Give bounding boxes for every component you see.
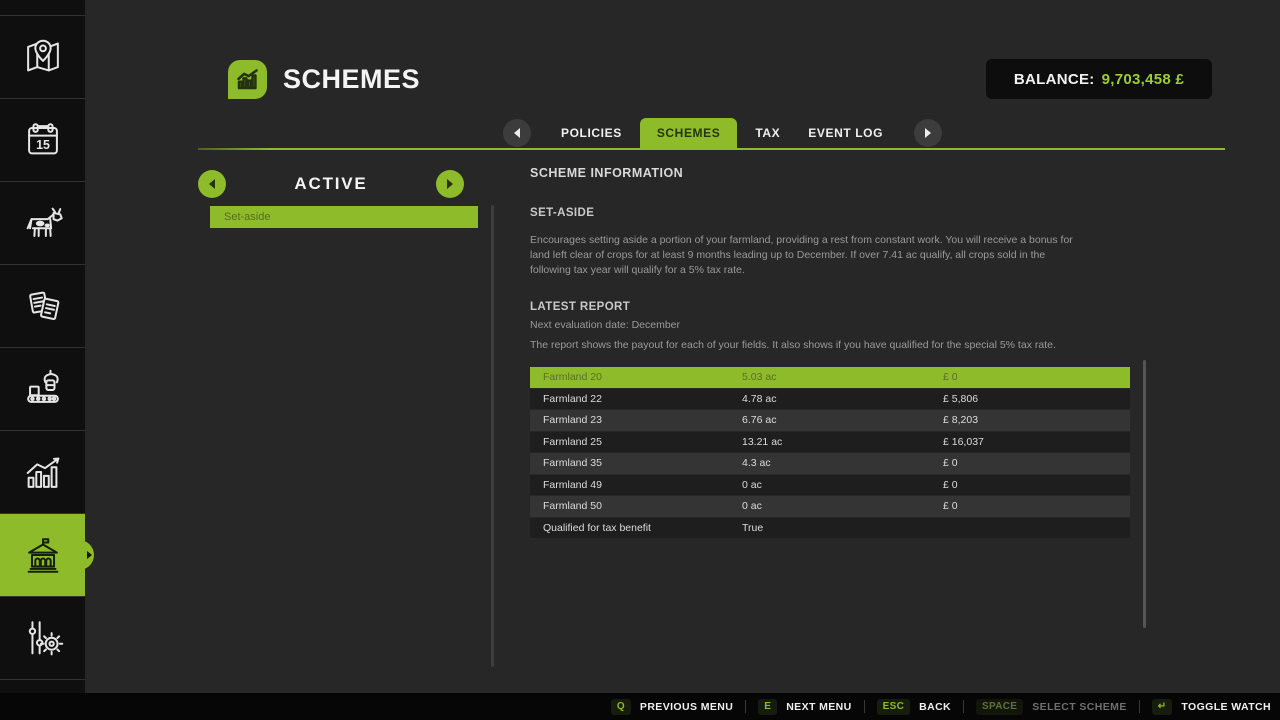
active-tab-arrow-icon (87, 551, 92, 559)
next-evaluation-date: Next evaluation date: December (530, 319, 680, 331)
farmland-area: 0 ac (742, 500, 943, 512)
farmland-name: Farmland 23 (543, 414, 742, 426)
table-row: Farmland 35 4.3 ac £ 0 (530, 453, 1130, 474)
farmland-payout: £ 5,806 (943, 393, 1130, 405)
schemes-screen: 15 (0, 0, 1280, 720)
table-row: Farmland 49 0 ac £ 0 (530, 475, 1130, 496)
farmland-payout: £ 8,203 (943, 414, 1130, 426)
farmland-payout: £ 0 (943, 371, 1130, 383)
calendar-icon: 15 (20, 117, 66, 163)
sidebar-item-statistics[interactable] (0, 431, 85, 513)
scheme-description: Encourages setting aside a portion of yo… (530, 233, 1078, 279)
tabs-previous-button[interactable] (503, 119, 531, 147)
key-space: SPACE (976, 699, 1023, 715)
farmland-area: 0 ac (742, 479, 943, 491)
latest-report-title: LATEST REPORT (530, 301, 630, 313)
tab-schemes[interactable]: SCHEMES (640, 118, 738, 148)
table-row: Qualified for tax benefit True (530, 518, 1130, 539)
key-q: Q (611, 699, 631, 715)
active-list-next-button[interactable] (436, 170, 464, 198)
table-row: Farmland 22 4.78 ac £ 5,806 (530, 389, 1130, 410)
balance-label: BALANCE: (1014, 71, 1095, 88)
map-icon (20, 34, 66, 80)
qualified-value: True (742, 522, 943, 534)
farmland-payout: £ 0 (943, 457, 1130, 469)
key-esc: ESC (877, 699, 910, 715)
table-row: Farmland 25 13.21 ac £ 16,037 (530, 432, 1130, 453)
tab-policies[interactable]: POLICIES (561, 126, 622, 140)
chevron-right-icon (925, 128, 931, 138)
shortcut-separator (745, 700, 746, 713)
shortcut-separator (963, 700, 964, 713)
farmland-area: 6.76 ac (742, 414, 943, 426)
production-line-icon (20, 366, 66, 412)
sidebar-item-contracts[interactable] (0, 265, 85, 347)
chevron-right-icon (447, 179, 453, 189)
scheme-info-panel: SCHEME INFORMATION SET-ASIDE Encourages … (530, 160, 1130, 580)
farmland-area: 4.78 ac (742, 393, 943, 405)
shortcut-separator (864, 700, 865, 713)
sidebar-item-partial-bottom (0, 680, 85, 693)
table-row: Farmland 20 5.03 ac £ 0 (530, 367, 1130, 388)
sidebar-item-partial-top (0, 0, 85, 15)
shortcut-next-menu[interactable]: E NEXT MENU (758, 699, 851, 715)
svg-text:15: 15 (36, 138, 50, 152)
sidebar-item-production[interactable] (0, 348, 85, 430)
shortcut-toggle-watch[interactable]: ↵ TOGGLE WATCH (1152, 699, 1271, 715)
farmland-name: Farmland 25 (543, 436, 742, 448)
chevron-left-icon (514, 128, 520, 138)
sidebar-item-animals[interactable] (0, 182, 85, 264)
schemes-chart-icon (234, 66, 261, 93)
shortcut-previous-menu[interactable]: Q PREVIOUS MENU (611, 699, 733, 715)
menu-tabs: POLICIES SCHEMES TAX EVENT LOG (503, 118, 942, 148)
shortcut-separator (1139, 700, 1140, 713)
sidebar-item-settings[interactable] (0, 597, 85, 679)
scrollbar-thumb[interactable] (1143, 360, 1146, 628)
tabs-next-button[interactable] (914, 119, 942, 147)
page-header: SCHEMES (228, 60, 420, 99)
active-panel-title: ACTIVE (198, 174, 464, 194)
qualified-label: Qualified for tax benefit (543, 522, 742, 534)
balance-value: 9,703,458 £ (1102, 71, 1185, 88)
key-e: E (758, 699, 777, 715)
tab-event-log[interactable]: EVENT LOG (808, 126, 883, 140)
key-enter-icon: ↵ (1152, 699, 1173, 715)
documents-icon (20, 283, 66, 329)
sidebar-item-map[interactable] (0, 16, 85, 98)
sidebar-item-finances[interactable] (0, 514, 85, 596)
report-table: Farmland 20 5.03 ac £ 0 Farmland 22 4.78… (530, 367, 1130, 538)
cow-icon (20, 200, 66, 246)
farmland-name: Farmland 22 (543, 393, 742, 405)
farmland-payout: £ 16,037 (943, 436, 1130, 448)
scheme-list-item-set-aside[interactable]: Set-aside (210, 206, 478, 228)
tab-underline (198, 148, 1225, 150)
balance-display: BALANCE: 9,703,458 £ (986, 59, 1212, 99)
scheme-info-title: SCHEME INFORMATION (530, 166, 683, 180)
farmland-payout: £ 0 (943, 500, 1130, 512)
farmland-name: Farmland 50 (543, 500, 742, 512)
shortcut-bar: Q PREVIOUS MENU E NEXT MENU ESC BACK SPA… (0, 693, 1280, 720)
sidebar: 15 (0, 0, 85, 693)
farmland-name: Farmland 49 (543, 479, 742, 491)
farmland-area: 5.03 ac (742, 371, 943, 383)
table-row: Farmland 50 0 ac £ 0 (530, 496, 1130, 517)
shortcut-back[interactable]: ESC BACK (877, 699, 951, 715)
report-note: The report shows the payout for each of … (530, 339, 1056, 351)
tab-tax[interactable]: TAX (755, 126, 780, 140)
page-title: SCHEMES (283, 64, 420, 95)
table-row: Farmland 23 6.76 ac £ 8,203 (530, 410, 1130, 431)
scheme-name: SET-ASIDE (530, 207, 594, 219)
farmland-name: Farmland 20 (543, 371, 742, 383)
farmland-payout: £ 0 (943, 479, 1130, 491)
farmland-name: Farmland 35 (543, 457, 742, 469)
bar-chart-icon (20, 449, 66, 495)
schemes-bubble (228, 60, 267, 99)
shortcut-select-scheme: SPACE SELECT SCHEME (976, 699, 1127, 715)
panel-divider (491, 205, 494, 667)
sidebar-item-calendar[interactable]: 15 (0, 99, 85, 181)
bank-icon (20, 532, 66, 578)
farmland-area: 4.3 ac (742, 457, 943, 469)
tuning-gear-icon (20, 615, 66, 661)
farmland-area: 13.21 ac (742, 436, 943, 448)
